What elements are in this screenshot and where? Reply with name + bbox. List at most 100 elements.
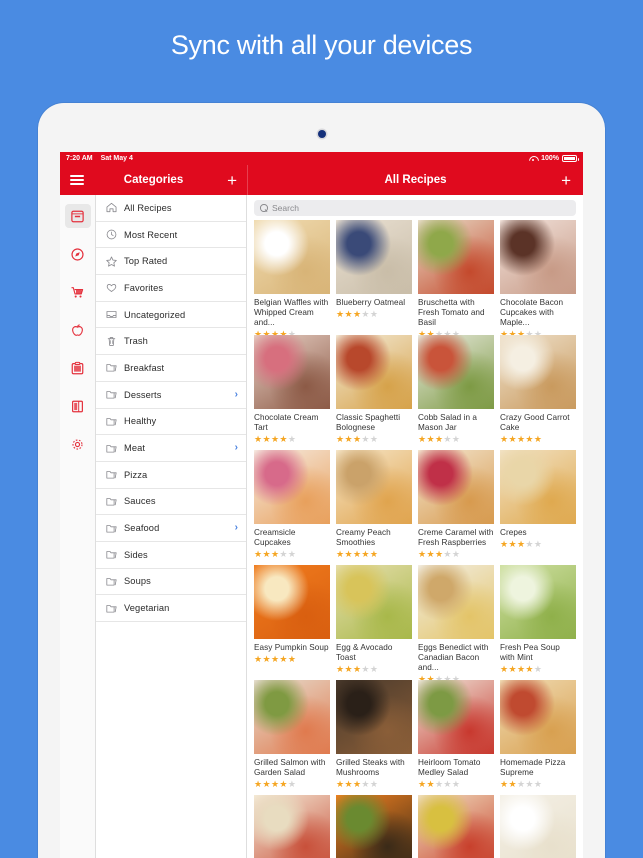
recipe-card[interactable]: Creamy Peach Smoothies ★★★★★ [336,450,412,565]
folder-icon [105,522,124,535]
recipe-card[interactable]: Chocolate Cream Tart ★★★★★ [254,335,330,450]
sidebar-item-healthy[interactable]: Healthy [96,409,246,436]
hamburger-icon[interactable] [70,172,84,188]
sidebar-item-desserts[interactable]: Desserts › [96,382,246,409]
recipe-title: Classic Spaghetti Bolognese [336,413,401,432]
recipe-thumbnail [254,450,330,524]
sidebar-label: Pizza [124,469,148,480]
recipe-box-icon [71,210,84,222]
recipe-card[interactable]: Belgian Waffles with Whipped Cream and..… [254,220,330,335]
recipe-card[interactable]: Creme Caramel with Fresh Raspberries ★★★★… [418,450,494,565]
recipe-card[interactable]: Heirloom Tomato Medley Salad ★★★★★ [418,680,494,795]
recipe-card[interactable]: Creamsicle Cupcakes ★★★★★ [254,450,330,565]
sidebar-item-vegetarian[interactable]: Vegetarian [96,595,246,622]
sidebar-label: Uncategorized [124,309,186,320]
rail-item-settings[interactable] [65,432,91,456]
recipe-title: Grilled Salmon with Garden Salad [254,758,326,777]
add-recipe-button[interactable]: + [561,172,571,189]
recipe-rating: ★★★★★ [418,549,461,559]
search-area: Search [247,195,583,220]
book-icon [72,400,83,412]
sidebar-item-favorites[interactable]: Favorites [96,275,246,302]
recipe-card[interactable] [418,795,494,858]
recipe-title: Cobb Salad in a Mason Jar [418,413,478,432]
recipe-rating: ★★★★★ [500,434,543,444]
rail-item-browse[interactable] [65,242,91,266]
sidebar-item-top-rated[interactable]: Top Rated [96,248,246,276]
gear-icon [72,438,83,450]
recipe-title: Creamy Peach Smoothies [336,528,391,547]
sidebar-label: Healthy [124,416,157,427]
rail-item-shopping-list[interactable] [65,280,91,304]
sidebar-item-pizza[interactable]: Pizza [96,462,246,489]
sidebar-label: Top Rated [124,256,168,267]
recipe-card[interactable]: Chocolate Bacon Cupcakes with Maple... ★★… [500,220,576,335]
recipe-card[interactable]: Easy Pumpkin Soup ★★★★★ [254,565,330,680]
search-placeholder: Search [272,203,299,213]
recipe-card[interactable]: Bruschetta with Fresh Tomato and Basil ★★… [418,220,494,335]
recipe-card[interactable]: Crazy Good Carrot Cake ★★★★★ [500,335,576,450]
recipe-thumbnail [336,680,412,754]
recipe-rating: ★★★★★ [336,309,379,319]
search-input[interactable]: Search [254,200,576,216]
recipe-card[interactable]: Homemade Pizza Supreme ★★★★★ [500,680,576,795]
recipe-title: Blueberry Oatmeal [336,298,406,307]
status-bar: 7:20 AM Sat May 4 100% [60,152,583,165]
sidebar-item-seafood[interactable]: Seafood › [96,515,246,542]
inbox-icon [105,308,124,321]
recipe-rating: ★★★★★ [500,539,543,549]
recipe-title: Fresh Pea Soup with Mint [500,643,560,662]
sidebar-item-sauces[interactable]: Sauces [96,489,246,516]
recipe-thumbnail [336,565,412,639]
recipe-thumbnail [418,220,494,294]
recipe-card[interactable] [500,795,576,858]
recipe-title: Creamsicle Cupcakes [254,528,296,547]
folder-icon [105,468,124,481]
sidebar-label: Sides [124,549,148,560]
sidebar-label: Breakfast [124,362,165,373]
rail-item-meal-plan[interactable] [65,356,91,380]
search-icon [260,204,268,212]
recipe-card[interactable]: Classic Spaghetti Bolognese ★★★★★ [336,335,412,450]
recipe-card[interactable]: Cobb Salad in a Mason Jar ★★★★★ [418,335,494,450]
recipe-card[interactable]: Grilled Salmon with Garden Salad ★★★★★ [254,680,330,795]
sidebar-item-sides[interactable]: Sides [96,542,246,569]
status-date: Sat May 4 [100,155,133,162]
clock-icon [105,228,124,241]
rail-item-nutrition[interactable] [65,318,91,342]
sidebar-item-trash[interactable]: Trash [96,328,246,356]
sidebar-item-most-recent[interactable]: Most Recent [96,222,246,249]
sidebar-item-all-recipes[interactable]: All Recipes [96,195,246,222]
rail-item-notes[interactable] [65,394,91,418]
recipe-thumbnail [254,795,330,858]
recipe-card[interactable]: Blueberry Oatmeal ★★★★★ [336,220,412,335]
rail-item-recipe-box[interactable] [64,204,91,228]
sidebar-label: Desserts [124,389,162,400]
recipe-card[interactable]: Grilled Steaks with Mushrooms ★★★★★ [336,680,412,795]
folder-icon [105,415,124,428]
recipe-title: Heirloom Tomato Medley Salad [418,758,481,777]
chevron-right-icon: › [234,388,238,400]
recipe-card[interactable]: Egg & Avocado Toast ★★★★★ [336,565,412,680]
recipe-title: Eggs Benedict with Canadian Bacon and... [418,643,489,672]
recipe-thumbnail [500,335,576,409]
recipes-title: All Recipes [384,174,447,186]
categories-list: All Recipes Most Recent Top Rated Favori… [96,195,247,858]
sidebar-item-soups[interactable]: Soups [96,569,246,596]
recipe-card[interactable]: Fresh Pea Soup with Mint ★★★★★ [500,565,576,680]
recipe-card[interactable]: Eggs Benedict with Canadian Bacon and...… [418,565,494,680]
recipe-card[interactable] [254,795,330,858]
shopping-cart-icon [71,286,84,298]
sidebar-item-uncategorized[interactable]: Uncategorized [96,302,246,329]
wifi-icon [529,155,538,162]
folder-icon [105,575,124,588]
sidebar-item-breakfast[interactable]: Breakfast [96,355,246,382]
add-category-button[interactable]: + [227,172,237,189]
recipe-card[interactable]: Crepes ★★★★★ [500,450,576,565]
recipe-card[interactable] [336,795,412,858]
folder-icon [105,361,124,374]
recipes-grid: Belgian Waffles with Whipped Cream and..… [247,220,583,858]
recipe-title: Easy Pumpkin Soup [254,643,329,652]
navigation-bars: Categories + All Recipes + [60,165,583,195]
sidebar-item-meat[interactable]: Meat › [96,435,246,462]
